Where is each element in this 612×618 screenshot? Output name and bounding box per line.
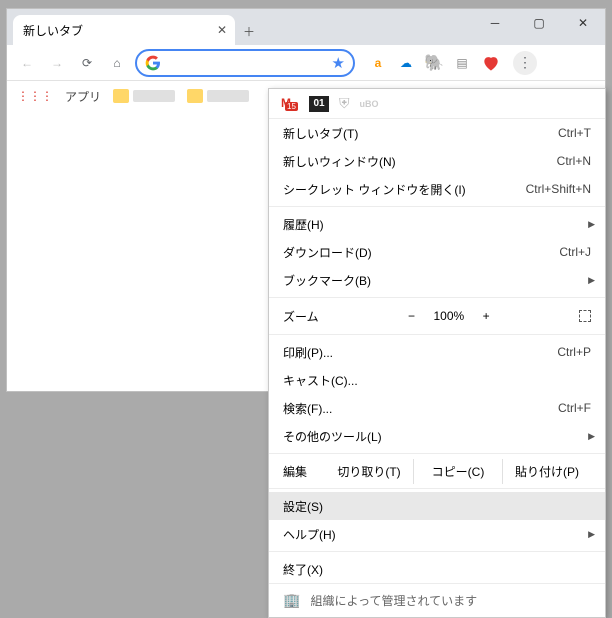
apps-label[interactable]: アプリ	[65, 88, 101, 105]
ext-ublock-icon[interactable]: uBO	[360, 99, 379, 109]
menu-paste[interactable]: 貼り付け(P)	[502, 459, 591, 484]
ext-badge-m15-icon[interactable]	[281, 96, 299, 112]
tab-active[interactable]: 新しいタブ ✕	[13, 15, 235, 45]
menu-new-window[interactable]: 新しいウィンドウ(N)Ctrl+N	[269, 147, 605, 175]
fullscreen-button[interactable]	[579, 310, 591, 322]
chrome-menu-button[interactable]: ⋮	[513, 51, 537, 75]
menu-exit[interactable]: 終了(X)	[269, 555, 605, 583]
menu-new-tab[interactable]: 新しいタブ(T)Ctrl+T	[269, 119, 605, 147]
menu-print[interactable]: 印刷(P)...Ctrl+P	[269, 338, 605, 366]
menu-incognito[interactable]: シークレット ウィンドウを開く(I)Ctrl+Shift+N	[269, 175, 605, 203]
menu-cut[interactable]: 切り取り(T)	[325, 459, 413, 484]
managed-icon: 🏢	[283, 592, 300, 609]
menu-zoom: ズーム − 100% +	[269, 301, 605, 331]
back-button[interactable]: ←	[15, 51, 39, 75]
close-window-button[interactable]: ✕	[561, 9, 605, 37]
chevron-right-icon: ▶	[588, 431, 595, 442]
google-icon	[145, 55, 161, 71]
menu-history[interactable]: 履歴(H)▶	[269, 210, 605, 238]
zoom-out-button[interactable]: −	[399, 309, 423, 323]
heart-icon[interactable]	[481, 53, 501, 73]
zoom-value: 100%	[433, 309, 464, 323]
chevron-right-icon: ▶	[588, 529, 595, 540]
extensions-area: a ☁ 🐘 ▤	[369, 53, 501, 73]
menu-extension-row: 01 ⛨ uBO	[269, 89, 605, 119]
chevron-right-icon: ▶	[588, 219, 595, 230]
chrome-menu: 01 ⛨ uBO 新しいタブ(T)Ctrl+T 新しいウィンドウ(N)Ctrl+…	[268, 88, 606, 618]
tab-title: 新しいタブ	[23, 22, 83, 39]
toolbar: ← → ⟳ ⌂ ★ a ☁ 🐘 ▤ ⋮	[7, 45, 605, 81]
zoom-label: ズーム	[283, 308, 319, 325]
reload-button[interactable]: ⟳	[75, 51, 99, 75]
edit-label: 編集	[283, 463, 325, 480]
maximize-button[interactable]: ▢	[517, 9, 561, 37]
minimize-button[interactable]: ─	[473, 9, 517, 37]
amazon-icon[interactable]: a	[369, 54, 387, 72]
tab-close-icon[interactable]: ✕	[217, 23, 227, 37]
page-ext-icon[interactable]: ▤	[453, 54, 471, 72]
folder-icon	[113, 89, 129, 103]
forward-button[interactable]: →	[45, 51, 69, 75]
evernote-icon[interactable]: 🐘	[425, 54, 443, 72]
bookmark-folder-2[interactable]	[187, 89, 249, 103]
menu-settings[interactable]: 設定(S)	[269, 492, 605, 520]
menu-cast[interactable]: キャスト(C)...	[269, 366, 605, 394]
zoom-in-button[interactable]: +	[474, 309, 498, 323]
menu-bookmarks[interactable]: ブックマーク(B)▶	[269, 266, 605, 294]
bookmark-folder-1[interactable]	[113, 89, 175, 103]
ext-shield-icon[interactable]: ⛨	[339, 95, 350, 112]
menu-copy[interactable]: コピー(C)	[413, 459, 502, 484]
star-icon[interactable]: ★	[332, 54, 345, 72]
folder-icon	[187, 89, 203, 103]
omnibox[interactable]: ★	[135, 49, 355, 77]
chevron-right-icon: ▶	[588, 275, 595, 286]
menu-find[interactable]: 検索(F)...Ctrl+F	[269, 394, 605, 422]
ext-badge-01-icon[interactable]: 01	[309, 96, 329, 112]
menu-managed[interactable]: 🏢 組織によって管理されています	[269, 583, 605, 617]
new-tab-button[interactable]: ＋	[235, 17, 263, 45]
apps-icon[interactable]: ⋮⋮⋮	[17, 89, 53, 103]
menu-downloads[interactable]: ダウンロード(D)Ctrl+J	[269, 238, 605, 266]
menu-more-tools[interactable]: その他のツール(L)▶	[269, 422, 605, 450]
menu-edit-row: 編集 切り取り(T) コピー(C) 貼り付け(P)	[269, 457, 605, 485]
menu-help[interactable]: ヘルプ(H)▶	[269, 520, 605, 548]
home-button[interactable]: ⌂	[105, 51, 129, 75]
onedrive-icon[interactable]: ☁	[397, 54, 415, 72]
